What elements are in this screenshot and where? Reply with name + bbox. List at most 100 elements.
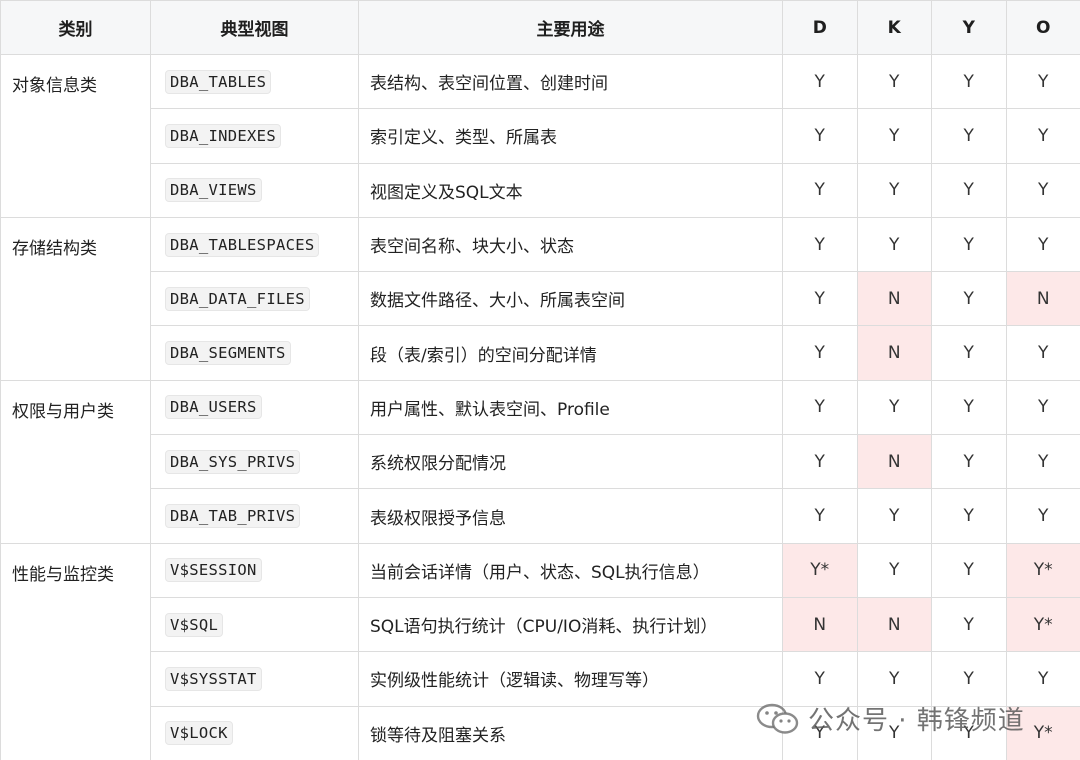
support-cell-k: Y bbox=[856, 488, 932, 544]
support-cell-o: Y bbox=[1005, 216, 1080, 273]
support-cell-d: Y bbox=[782, 651, 858, 707]
table-row: DBA_INDEXES 索引定义、类型、所属表 Y Y Y Y bbox=[1, 108, 1080, 164]
table-row: 性能与监控类 V$SESSION 当前会话详情（用户、状态、SQL执行信息） Y* Y Y… bbox=[0, 542, 1080, 760]
support-cell-k: Y bbox=[856, 705, 932, 760]
table-row: V$SYSSTAT 实例级性能统计（逻辑读、物理写等） Y Y Y Y bbox=[1, 651, 1080, 707]
table-row: 权限与用户类 DBA_USERS 用户属性、默认表空间、Profile Y Y Y Y bbox=[0, 379, 1080, 544]
view-name-code: DBA_SEGMENTS bbox=[165, 341, 291, 366]
support-cell-o: N bbox=[1005, 271, 1080, 327]
table-row: DBA_TAB_PRIVS 表级权限授予信息 Y Y Y Y bbox=[1, 488, 1080, 544]
support-cell-y: Y bbox=[931, 379, 1007, 436]
category-cell: 权限与用户类 bbox=[0, 379, 151, 544]
support-cell-k: Y bbox=[856, 108, 932, 164]
support-cell-o: Y* bbox=[1005, 705, 1080, 760]
view-name-code: DBA_DATA_FILES bbox=[165, 286, 310, 311]
support-cell-k: Y bbox=[856, 651, 932, 707]
table-row: V$SQL SQL语句执行统计（CPU/IO消耗、执行计划） N N Y Y* bbox=[1, 596, 1080, 653]
support-cell-y: Y bbox=[931, 325, 1007, 381]
view-cell: DBA_DATA_FILES bbox=[150, 271, 359, 327]
support-cell-y: Y bbox=[931, 488, 1007, 544]
support-cell-o: Y bbox=[1005, 325, 1080, 381]
table-row: V$LOCK 锁等待及阻塞关系 Y Y Y Y* bbox=[1, 705, 1080, 760]
support-cell-o: Y bbox=[1005, 53, 1080, 110]
view-name-code: V$SYSSTAT bbox=[165, 666, 262, 691]
view-name-code: V$LOCK bbox=[165, 721, 233, 746]
support-cell-d: Y bbox=[782, 325, 858, 381]
support-cell-y: Y bbox=[931, 705, 1007, 760]
support-cell-o: Y bbox=[1005, 108, 1080, 164]
support-cell-d: Y bbox=[782, 434, 858, 490]
support-cell-o: Y bbox=[1005, 651, 1080, 707]
view-name-code: DBA_TABLES bbox=[165, 69, 272, 94]
view-name-code: DBA_VIEWS bbox=[165, 178, 262, 203]
support-cell-d: Y* bbox=[782, 542, 858, 598]
view-name-code: DBA_USERS bbox=[165, 395, 262, 420]
support-cell-y: Y bbox=[931, 542, 1007, 598]
support-cell-d: Y bbox=[782, 216, 858, 273]
use-cell: 索引定义、类型、所属表 bbox=[358, 108, 783, 164]
support-cell-d: Y bbox=[782, 379, 858, 436]
table-row: DBA_SEGMENTS 段（表/索引）的空间分配详情 Y N Y Y bbox=[1, 325, 1080, 381]
support-cell-d: Y bbox=[782, 53, 858, 110]
use-cell: 表级权限授予信息 bbox=[358, 488, 783, 544]
support-cell-y: Y bbox=[931, 108, 1007, 164]
support-cell-d: Y bbox=[782, 271, 858, 327]
support-cell-k: Y bbox=[856, 379, 932, 436]
support-cell-d: Y bbox=[782, 488, 858, 544]
use-cell: SQL语句执行统计（CPU/IO消耗、执行计划） bbox=[358, 596, 783, 653]
support-cell-y: Y bbox=[931, 216, 1007, 273]
header-k: K bbox=[856, 0, 932, 55]
view-cell: DBA_TABLESPACES bbox=[150, 216, 359, 273]
support-cell-d: Y bbox=[782, 108, 858, 164]
view-cell: DBA_SEGMENTS bbox=[150, 325, 359, 381]
support-cell-k: Y bbox=[856, 162, 932, 218]
table-row: DBA_VIEWS 视图定义及SQL文本 Y Y Y Y bbox=[1, 162, 1080, 218]
support-cell-y: Y bbox=[931, 434, 1007, 490]
view-name-code: DBA_TABLESPACES bbox=[165, 232, 320, 257]
view-name-code: V$SESSION bbox=[165, 558, 262, 583]
use-cell: 表结构、表空间位置、创建时间 bbox=[358, 53, 783, 110]
use-cell: 当前会话详情（用户、状态、SQL执行信息） bbox=[358, 542, 783, 598]
support-cell-k: N bbox=[856, 434, 932, 490]
support-cell-k: Y bbox=[856, 542, 932, 598]
view-cell: DBA_TAB_PRIVS bbox=[150, 488, 359, 544]
view-name-code: DBA_INDEXES bbox=[165, 123, 281, 148]
support-cell-k: Y bbox=[856, 216, 932, 273]
header-category: 类别 bbox=[0, 0, 151, 55]
support-cell-o: Y* bbox=[1005, 596, 1080, 653]
support-cell-k: N bbox=[856, 325, 932, 381]
support-cell-y: Y bbox=[931, 651, 1007, 707]
table-row: DBA_SYS_PRIVS 系统权限分配情况 Y N Y Y bbox=[1, 434, 1080, 490]
view-cell: V$SESSION bbox=[150, 542, 359, 598]
view-cell: V$LOCK bbox=[150, 705, 359, 760]
view-name-code: DBA_TAB_PRIVS bbox=[165, 504, 301, 529]
support-cell-o: Y bbox=[1005, 434, 1080, 490]
view-name-code: V$SQL bbox=[165, 612, 224, 637]
support-cell-y: Y bbox=[931, 162, 1007, 218]
header-view: 典型视图 bbox=[150, 0, 359, 55]
use-cell: 用户属性、默认表空间、Profile bbox=[358, 379, 783, 436]
header-y: Y bbox=[931, 0, 1007, 55]
header-use: 主要用途 bbox=[358, 0, 783, 55]
view-cell: DBA_SYS_PRIVS bbox=[150, 434, 359, 490]
support-cell-d: Y bbox=[782, 705, 858, 760]
support-cell-d: Y bbox=[782, 162, 858, 218]
support-cell-y: Y bbox=[931, 596, 1007, 653]
table-row: DBA_DATA_FILES 数据文件路径、大小、所属表空间 Y N Y N bbox=[1, 271, 1080, 327]
use-cell: 视图定义及SQL文本 bbox=[358, 162, 783, 218]
category-cell: 性能与监控类 bbox=[0, 542, 151, 760]
support-cell-y: Y bbox=[931, 271, 1007, 327]
support-cell-k: N bbox=[856, 271, 932, 327]
support-cell-o: Y* bbox=[1005, 542, 1080, 598]
view-cell: DBA_INDEXES bbox=[150, 108, 359, 164]
category-cell: 对象信息类 bbox=[0, 54, 151, 218]
view-cell: V$SYSSTAT bbox=[150, 651, 359, 707]
support-cell-o: Y bbox=[1005, 488, 1080, 544]
header-o: O bbox=[1005, 0, 1080, 55]
view-cell: V$SQL bbox=[150, 596, 359, 653]
use-cell: 实例级性能统计（逻辑读、物理写等） bbox=[358, 651, 783, 707]
header-row: 类别 典型视图 主要用途 D K Y O bbox=[0, 0, 1080, 55]
table-row: 对象信息类 DBA_TABLES 表结构、表空间位置、创建时间 Y Y Y Y bbox=[0, 53, 1080, 218]
support-cell-d: N bbox=[782, 596, 858, 653]
view-cell: DBA_USERS bbox=[150, 379, 359, 436]
